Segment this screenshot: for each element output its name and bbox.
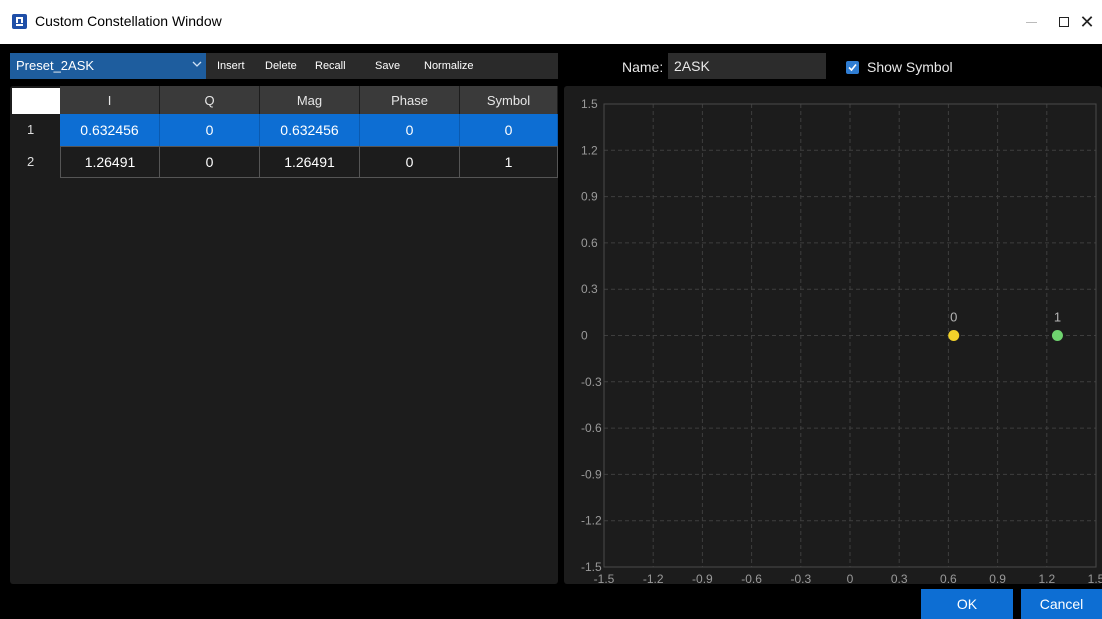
- cell-q[interactable]: 0: [160, 114, 260, 146]
- chevron-down-icon: [192, 61, 202, 67]
- column-header-symbol[interactable]: Symbol: [460, 86, 558, 114]
- checkbox-checked-icon: [846, 61, 859, 74]
- name-input[interactable]: [668, 53, 826, 79]
- x-tick-label: 0.9: [989, 572, 1006, 584]
- title-bar: Custom Constellation Window ✕: [0, 0, 1102, 44]
- y-tick-label: -1.2: [581, 514, 602, 528]
- preset-value: Preset_2ASK: [16, 58, 95, 73]
- ok-button[interactable]: OK: [921, 589, 1013, 619]
- show-symbol-label: Show Symbol: [867, 59, 953, 75]
- row-number[interactable]: 1: [10, 114, 60, 146]
- table-toolbar: Insert Delete Recall Save Normalize: [206, 53, 558, 79]
- cancel-button[interactable]: Cancel: [1021, 589, 1102, 619]
- delete-button[interactable]: Delete: [265, 60, 297, 72]
- constellation-chart[interactable]: -1.5 -1.2 -0.9 -0.6 -0.3 0 0.3 0.6 0.9 1.2 1.5 1.5 1…: [564, 86, 1102, 586]
- y-tick-label: -0.6: [581, 421, 602, 435]
- column-header-i[interactable]: I: [60, 86, 160, 114]
- name-label: Name:: [622, 59, 664, 75]
- y-tick-label: -0.9: [581, 467, 602, 481]
- app-icon: [12, 14, 27, 29]
- x-tick-label: -0.9: [692, 572, 713, 584]
- y-tick-label: 0.9: [581, 190, 598, 204]
- close-icon: ✕: [1079, 12, 1095, 32]
- window-title: Custom Constellation Window: [35, 13, 222, 29]
- row-number[interactable]: 2: [10, 146, 60, 178]
- normalize-button[interactable]: Normalize: [424, 60, 474, 72]
- point-symbol-label: 1: [1054, 310, 1061, 325]
- y-tick-label: 0.6: [581, 236, 598, 250]
- x-tick-label: -0.6: [741, 572, 762, 584]
- x-tick-label: 1.5: [1088, 572, 1102, 584]
- table-row[interactable]: 2 1.26491 0 1.26491 0 1: [10, 146, 558, 178]
- cell-q[interactable]: 0: [160, 146, 260, 178]
- maximize-icon: [1059, 17, 1069, 27]
- cell-symbol[interactable]: 1: [460, 146, 558, 178]
- cell-phase[interactable]: 0: [360, 114, 460, 146]
- column-header-phase[interactable]: Phase: [360, 86, 460, 114]
- y-tick-label: -1.5: [581, 560, 602, 574]
- constellation-chart-panel: -1.5 -1.2 -0.9 -0.6 -0.3 0 0.3 0.6 0.9 1.2 1.5 1.5 1…: [564, 86, 1102, 586]
- x-tick-label: -0.3: [790, 572, 811, 584]
- recall-button[interactable]: Recall: [315, 60, 346, 72]
- constellation-table: I Q Mag Phase Symbol 1 0.632456 0 0.6324…: [10, 86, 558, 584]
- constellation-point: [1051, 330, 1063, 341]
- y-tick-label: 1.2: [581, 143, 598, 157]
- x-tick-label: 0.3: [891, 572, 908, 584]
- cell-i[interactable]: 1.26491: [60, 146, 160, 178]
- x-tick-label: 1.2: [1038, 572, 1055, 584]
- cell-mag[interactable]: 0.632456: [260, 114, 360, 146]
- x-tick-label: 0: [847, 572, 854, 584]
- maximize-button[interactable]: [1052, 10, 1076, 34]
- minimize-button[interactable]: [1019, 10, 1043, 34]
- select-all-corner[interactable]: [12, 88, 60, 114]
- table-header: I Q Mag Phase Symbol: [10, 86, 558, 114]
- cell-phase[interactable]: 0: [360, 146, 460, 178]
- y-tick-label: 0: [581, 329, 588, 343]
- minimize-icon: [1025, 21, 1037, 23]
- column-header-q[interactable]: Q: [160, 86, 260, 114]
- y-tick-label: 1.5: [581, 97, 598, 111]
- y-tick-label: -0.3: [581, 375, 602, 389]
- cell-symbol[interactable]: 0: [460, 114, 558, 146]
- x-tick-label: -1.2: [643, 572, 664, 584]
- x-tick-label: 0.6: [940, 572, 957, 584]
- column-header-mag[interactable]: Mag: [260, 86, 360, 114]
- point-symbol-label: 0: [950, 310, 957, 325]
- cell-i[interactable]: 0.632456: [60, 114, 160, 146]
- table-row[interactable]: 1 0.632456 0 0.632456 0 0: [10, 114, 558, 146]
- cell-mag[interactable]: 1.26491: [260, 146, 360, 178]
- save-button[interactable]: Save: [375, 60, 400, 72]
- preset-dropdown[interactable]: Preset_2ASK: [10, 53, 206, 79]
- constellation-point: [948, 330, 960, 341]
- y-tick-label: 0.3: [581, 282, 598, 296]
- insert-button[interactable]: Insert: [217, 60, 245, 72]
- close-button[interactable]: ✕: [1075, 10, 1099, 34]
